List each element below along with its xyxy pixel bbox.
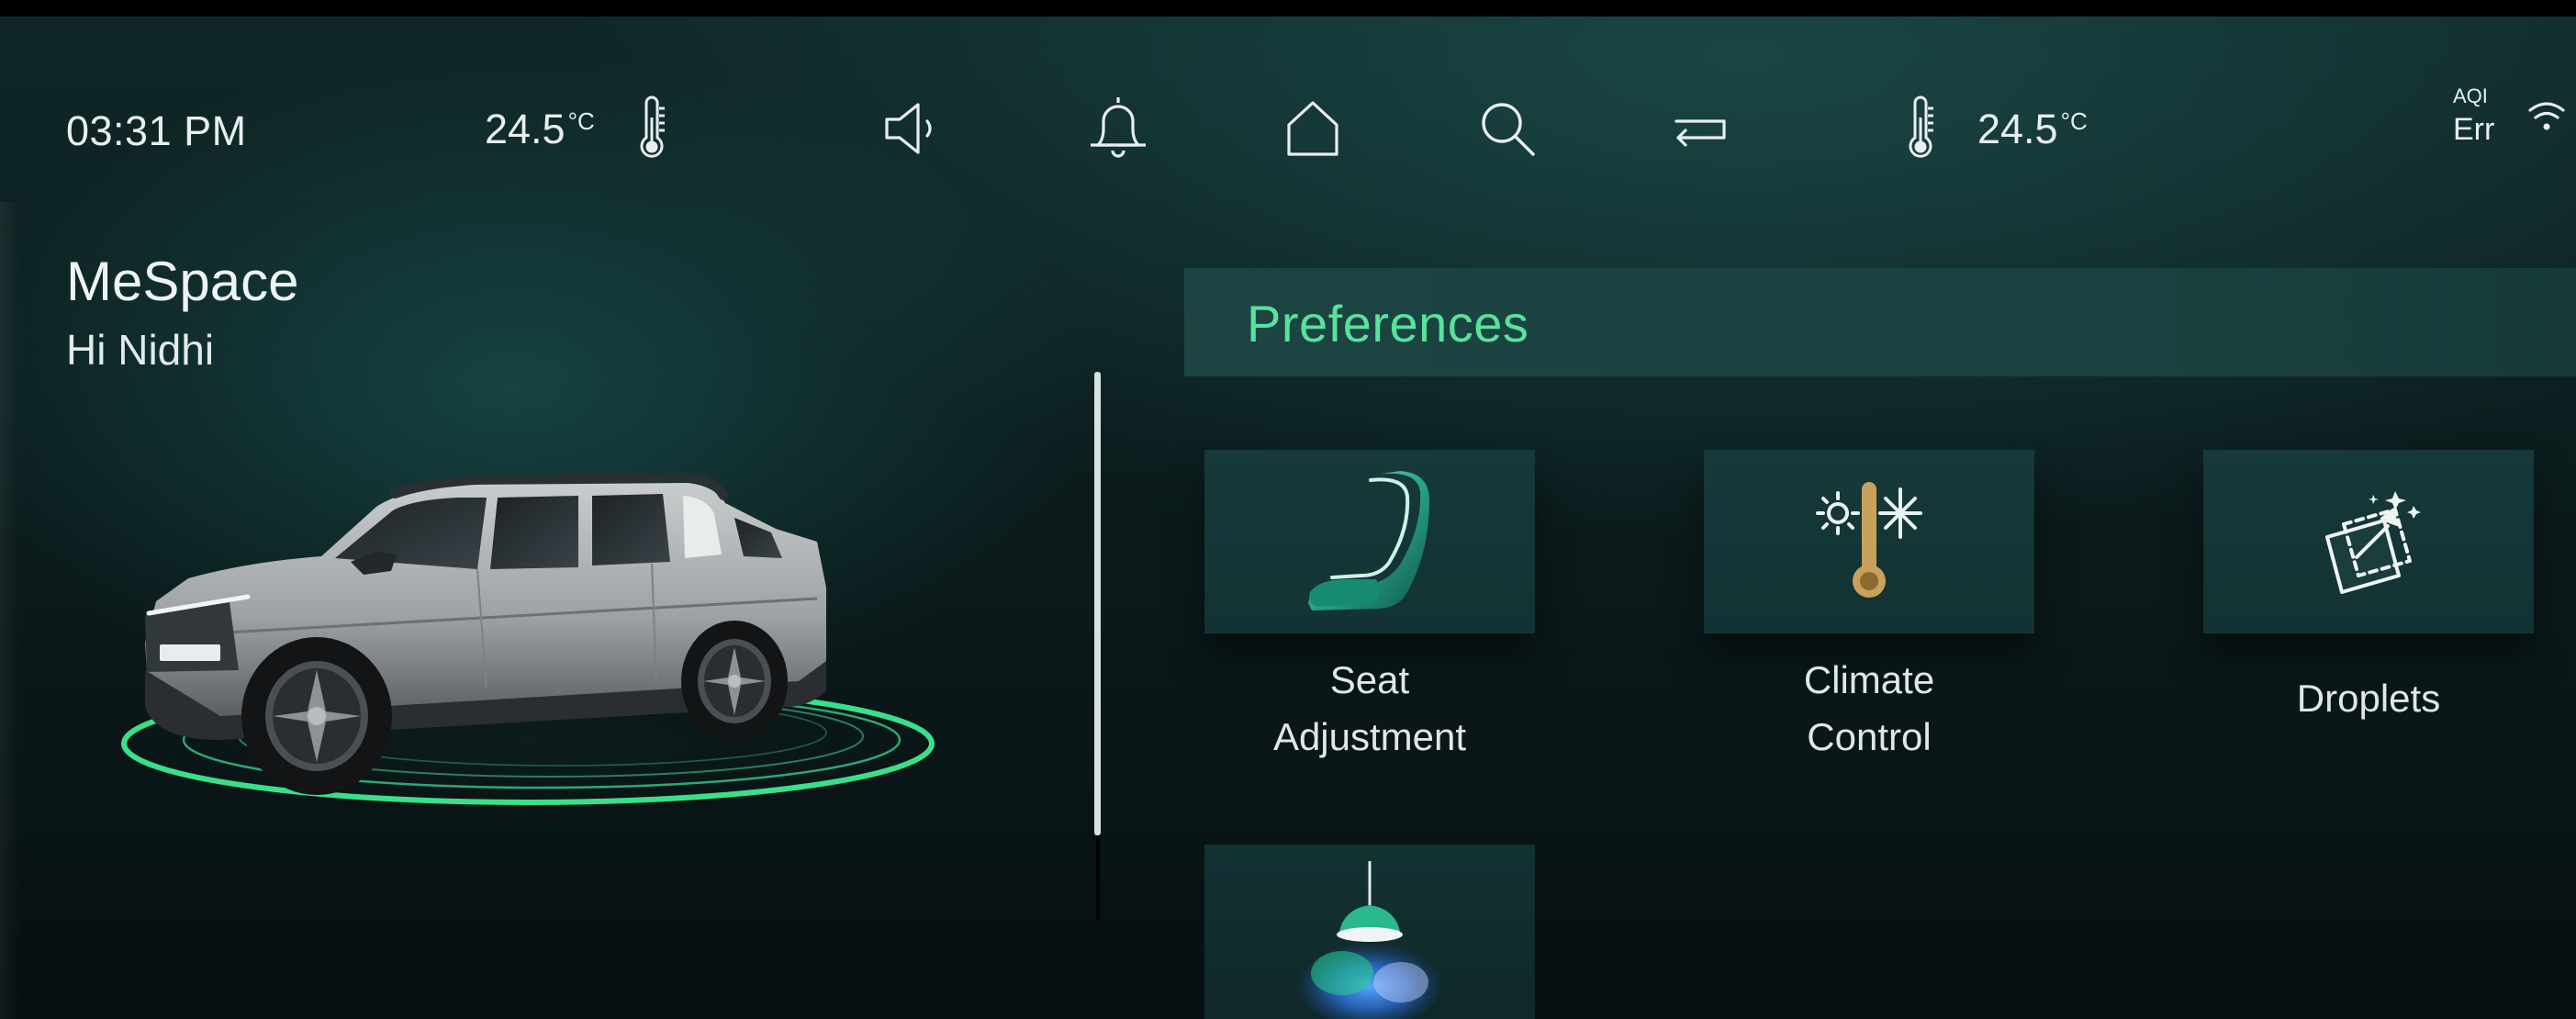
aqi-label: AQI: [2453, 84, 2488, 107]
ambient-lamp-icon: [1204, 845, 1535, 1019]
droplets-icon: [2203, 450, 2534, 633]
app-title: MeSpace: [66, 251, 299, 312]
seat-label-line2: Adjustment: [1272, 715, 1467, 758]
outside-temp-value: 24.5: [485, 106, 566, 152]
preferences-header: Preferences: [1184, 268, 2576, 376]
infotainment-screen: 03:31 PM 24.5 °C 24.5 °C AQI Err MeSpace…: [0, 0, 2576, 1019]
aqi-value: Err: [2453, 112, 2495, 147]
user-greeting: Hi Nidhi: [66, 326, 215, 374]
front-wheel: [241, 637, 392, 795]
climate-icon: [1704, 450, 2034, 633]
climate-label-line2: Control: [1807, 715, 1932, 758]
ambient-lighting-card[interactable]: [1204, 845, 1535, 1019]
seat-icon: [1204, 450, 1535, 633]
climate-control-card[interactable]: Climate Control: [1704, 450, 2034, 758]
left-bezel-edge: [0, 202, 20, 1019]
panel-divider-shadow: [1096, 835, 1100, 920]
climate-label-line1: Climate: [1803, 658, 1935, 701]
outside-temperature: 24.5 °C: [485, 106, 595, 153]
car-display: [101, 441, 955, 845]
thermometer-icon: [633, 95, 670, 162]
volume-icon[interactable]: [876, 92, 949, 165]
rear-wheel: [681, 621, 788, 742]
panel-divider: [1094, 372, 1101, 835]
droplets-label: Droplets: [2296, 677, 2441, 720]
aqi-indicator: AQI Err: [2453, 84, 2495, 147]
cabin-thermometer-icon: [1902, 95, 1939, 162]
back-icon[interactable]: [1665, 92, 1739, 165]
seat-adjustment-card[interactable]: Seat Adjustment: [1204, 450, 1535, 758]
cabin-temperature: 24.5 °C: [1977, 106, 2088, 153]
climate-control-label: Climate Control: [1686, 652, 2053, 766]
droplets-card[interactable]: Droplets: [2203, 450, 2534, 720]
outside-temp-unit: °C: [567, 107, 595, 135]
cabin-temp-unit: °C: [2060, 107, 2088, 135]
seat-adjustment-label: Seat Adjustment: [1186, 652, 1553, 766]
top-bezel: [0, 0, 2576, 17]
seat-label-line1: Seat: [1329, 658, 1410, 701]
home-icon[interactable]: [1276, 92, 1350, 165]
bell-icon[interactable]: [1081, 90, 1155, 163]
cabin-temp-value: 24.5: [1977, 106, 2058, 152]
clock-time: 03:31 PM: [66, 107, 247, 154]
preferences-title: Preferences: [1247, 295, 1529, 353]
wifi-icon: [2526, 95, 2567, 136]
search-icon[interactable]: [1471, 92, 1544, 165]
